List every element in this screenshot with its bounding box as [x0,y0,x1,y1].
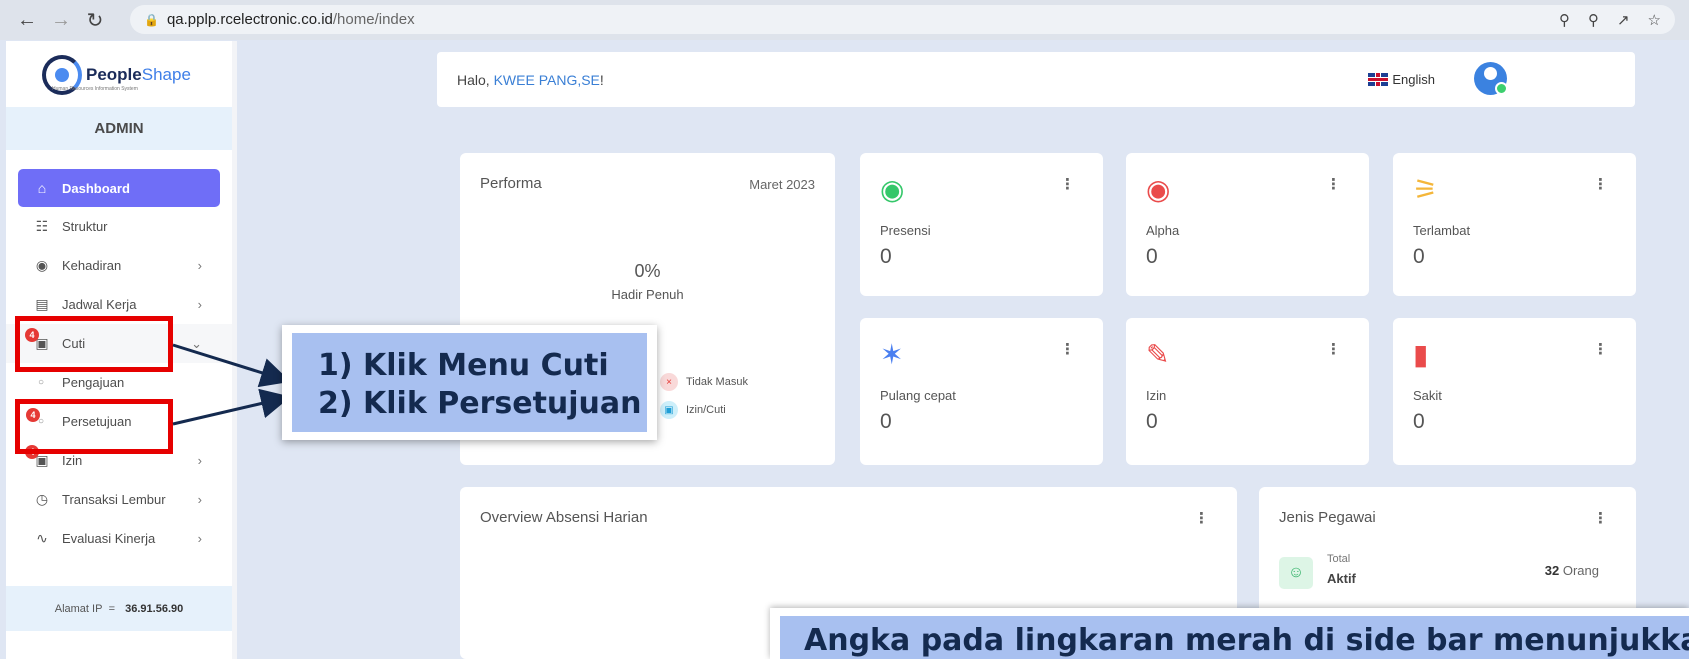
instruction-step-1: 1) Klik Menu Cuti [318,348,609,383]
annotation-arrows [172,343,291,426]
bottom-note-text: Angka pada lingkaran merah di side bar m… [780,616,1689,659]
instruction-step-2: 2) Klik Persetujuan [318,386,642,421]
arrow-to-step2 [172,388,291,426]
arrow-to-step1 [172,343,291,388]
bottom-note-callout: Angka pada lingkaran merah di side bar m… [770,608,1689,659]
instruction-callout: 1) Klik Menu Cuti 2) Klik Persetujuan [282,325,657,440]
